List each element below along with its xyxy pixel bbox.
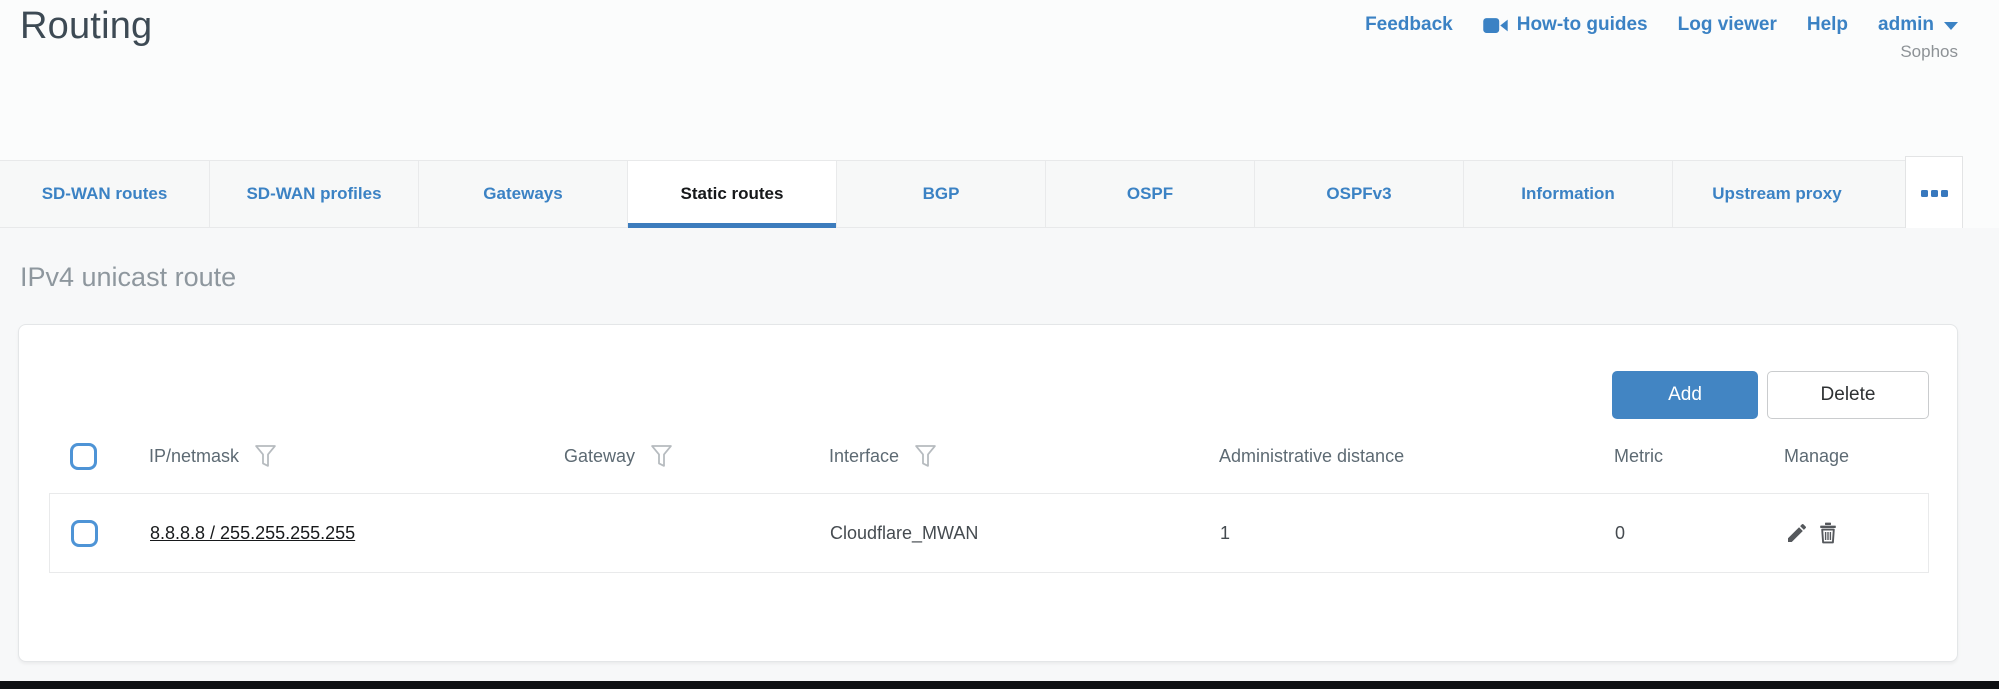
filter-icon[interactable] <box>651 445 672 468</box>
more-tabs-button[interactable] <box>1905 156 1963 231</box>
tab-label: Gateways <box>483 184 562 204</box>
ip-netmask-link[interactable]: 8.8.8.8 / 255.255.255.255 <box>150 523 355 544</box>
select-all-cell <box>49 443 117 470</box>
column-header-interface: Interface <box>797 445 1187 468</box>
help-link[interactable]: Help <box>1807 14 1848 36</box>
table-header-row: IP/netmask Gateway Interface Administrat… <box>49 432 1929 480</box>
column-label: Manage <box>1784 446 1849 467</box>
tab-bgp[interactable]: BGP <box>836 161 1045 227</box>
feedback-link[interactable]: Feedback <box>1365 14 1453 36</box>
tab-gateways[interactable]: Gateways <box>418 161 627 227</box>
filter-icon[interactable] <box>915 445 936 468</box>
tab-sd-wan-profiles[interactable]: SD-WAN profiles <box>209 161 418 227</box>
row-checkbox[interactable] <box>71 520 98 547</box>
routes-panel: Add Delete IP/netmask Gateway Interface … <box>18 324 1958 662</box>
org-name: Sophos <box>1900 42 1958 62</box>
log-viewer-link[interactable]: Log viewer <box>1678 14 1777 36</box>
delete-button[interactable]: Delete <box>1767 371 1929 419</box>
video-camera-icon <box>1483 17 1509 34</box>
more-horizontal-icon <box>1921 190 1928 197</box>
tab-label: Static routes <box>681 184 784 204</box>
select-all-checkbox[interactable] <box>70 443 97 470</box>
row-metric-cell: 0 <box>1583 523 1753 544</box>
caret-down-icon <box>1944 22 1958 30</box>
window-bottom-edge <box>0 681 1999 689</box>
column-label: Interface <box>829 446 899 467</box>
tab-label: SD-WAN profiles <box>246 184 381 204</box>
row-select-cell <box>50 520 118 547</box>
column-header-ip-netmask: IP/netmask <box>117 445 532 468</box>
log-viewer-label: Log viewer <box>1678 14 1777 36</box>
add-button[interactable]: Add <box>1612 371 1758 419</box>
user-menu-label: admin <box>1878 14 1934 36</box>
page-title: Routing <box>20 5 152 48</box>
row-interface-cell: Cloudflare_MWAN <box>798 523 1188 544</box>
row-administrative-distance-cell: 1 <box>1188 523 1583 544</box>
column-label: Administrative distance <box>1219 446 1404 467</box>
tab-bar: SD-WAN routes SD-WAN profiles Gateways S… <box>0 160 1963 228</box>
feedback-link-label: Feedback <box>1365 14 1453 36</box>
edit-icon[interactable] <box>1785 521 1809 545</box>
column-header-gateway: Gateway <box>532 445 797 468</box>
help-label: Help <box>1807 14 1848 36</box>
how-to-guides-link[interactable]: How-to guides <box>1483 14 1648 36</box>
column-header-metric: Metric <box>1582 446 1752 467</box>
column-header-administrative-distance: Administrative distance <box>1187 446 1582 467</box>
tab-upstream-proxy[interactable]: Upstream proxy <box>1672 161 1881 227</box>
tab-sd-wan-routes[interactable]: SD-WAN routes <box>0 161 209 227</box>
panel-toolbar: Add Delete <box>1612 371 1929 419</box>
column-label: Metric <box>1614 446 1663 467</box>
tab-label: SD-WAN routes <box>42 184 168 204</box>
filter-icon[interactable] <box>255 445 276 468</box>
header-nav: Feedback How-to guides Log viewer Help a… <box>1365 14 1958 36</box>
more-horizontal-icon <box>1941 190 1948 197</box>
table-row: 8.8.8.8 / 255.255.255.255 Cloudflare_MWA… <box>49 493 1929 573</box>
column-header-manage: Manage <box>1752 446 1929 467</box>
user-menu[interactable]: admin <box>1878 14 1958 36</box>
tab-static-routes[interactable]: Static routes <box>627 161 836 227</box>
tab-information[interactable]: Information <box>1463 161 1672 227</box>
column-label: Gateway <box>564 446 635 467</box>
row-ip-netmask-cell: 8.8.8.8 / 255.255.255.255 <box>118 523 533 544</box>
interface-value: Cloudflare_MWAN <box>830 523 978 544</box>
tab-ospf[interactable]: OSPF <box>1045 161 1254 227</box>
column-label: IP/netmask <box>149 446 239 467</box>
more-horizontal-icon <box>1931 190 1938 197</box>
section-title: IPv4 unicast route <box>20 262 236 293</box>
tab-label: OSPF <box>1127 184 1173 204</box>
how-to-guides-label: How-to guides <box>1517 14 1648 36</box>
manage-actions <box>1785 521 1840 545</box>
tab-label: Information <box>1521 184 1615 204</box>
tab-ospfv3[interactable]: OSPFv3 <box>1254 161 1463 227</box>
tab-label: OSPFv3 <box>1326 184 1391 204</box>
tab-label: BGP <box>923 184 960 204</box>
metric-value: 0 <box>1615 523 1625 544</box>
administrative-distance-value: 1 <box>1220 523 1230 544</box>
tab-label: Upstream proxy <box>1712 184 1841 204</box>
delete-icon[interactable] <box>1816 521 1840 545</box>
row-manage-cell <box>1753 521 1928 545</box>
